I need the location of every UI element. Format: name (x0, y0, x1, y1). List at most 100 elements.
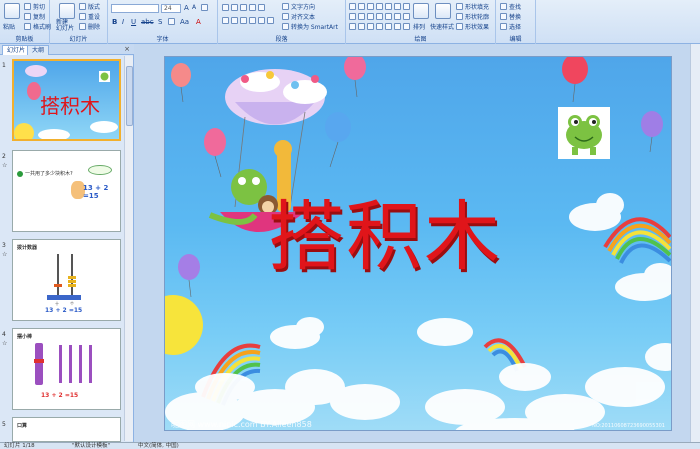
stick (79, 345, 82, 383)
grow-font-button[interactable]: A (184, 4, 189, 12)
slides-group-label: 幻灯片 (69, 36, 88, 43)
clipboard-group-label: 剪贴板 (15, 36, 34, 43)
reset-button[interactable]: 重设 (79, 12, 100, 21)
tab-outline[interactable]: 大纲 (27, 45, 50, 55)
italic-button[interactable]: I (122, 18, 124, 26)
paste-icon[interactable] (4, 3, 20, 19)
fill-icon (456, 3, 463, 10)
panel-tabs: 幻灯片 大纲 × (0, 44, 134, 55)
convert-smartart-button[interactable]: 转换为 SmartArt (282, 22, 338, 31)
arrange-button[interactable]: 排列 (413, 22, 425, 31)
slide-thumbnail-5[interactable]: 口算 (12, 417, 121, 442)
animation-star-icon: ☆ (2, 340, 8, 347)
slide-thumbnail-2[interactable]: 一共用了多少块积木? 13 + 2 =15 (12, 150, 121, 232)
shape-effects-button[interactable]: 形状效果 (456, 22, 489, 31)
shrink-font-button[interactable]: A (192, 4, 196, 11)
strike-button[interactable]: abc (141, 18, 154, 26)
layout-button[interactable]: 版式 (79, 2, 100, 11)
status-language: 中文(简体, 中国) (138, 443, 179, 449)
speech-bubble (88, 165, 112, 175)
sun-shape (165, 295, 203, 355)
slide-1-preview: 搭积木 (14, 65, 118, 139)
outline-icon (456, 13, 463, 20)
slide-thumbnail-4[interactable]: 摆小棒 13 + 2 =15 (12, 328, 121, 410)
slide-number: 1 (2, 62, 6, 69)
shapes-gallery-row2[interactable] (349, 13, 410, 20)
abacus-bead (54, 284, 62, 287)
shadow-button[interactable]: S (158, 18, 162, 26)
align-icons[interactable] (222, 17, 274, 24)
clipboard-group: 粘贴 剪切 复制 格式刷 剪贴板 (0, 0, 51, 44)
slide-3-equation: 13 + 2 =15 (45, 307, 83, 314)
current-slide[interactable]: 搭积木 昵图网 www.nipic.com BY:Aileen858 NO:20… (164, 56, 672, 431)
arrange-icon[interactable] (413, 3, 429, 19)
panel-scroll-thumb[interactable] (126, 66, 133, 126)
shape-outline-button[interactable]: 形状轮廓 (456, 12, 489, 21)
paragraph-group-label: 段落 (275, 36, 288, 43)
clear-format-icon[interactable] (201, 4, 208, 11)
abacus-rod-ones (71, 254, 73, 296)
animation-star-icon: ☆ (2, 251, 8, 258)
scissors-icon (24, 3, 31, 10)
align-text-icon (282, 13, 289, 20)
font-name-field[interactable] (111, 4, 159, 13)
shapes-gallery-row3[interactable] (349, 23, 410, 30)
new-slide-icon[interactable] (59, 3, 75, 19)
slide-editor: 搭积木 昵图网 www.nipic.com BY:Aileen858 NO:20… (135, 44, 700, 442)
find-icon (500, 3, 507, 10)
format-painter-button[interactable]: 格式刷 (24, 22, 51, 31)
slide-thumbnail-1[interactable]: 搭积木 (12, 59, 121, 141)
font-size-field[interactable]: 24 (161, 4, 181, 13)
abacus-base (47, 295, 81, 300)
slide-4-equation: 13 + 2 =15 (41, 392, 79, 399)
status-slide-info: 幻灯片 1/18 (4, 443, 35, 449)
slide-thumbnail-3[interactable]: 拨计数器 十 个 13 + 2 =15 (12, 239, 121, 321)
close-panel-icon[interactable]: × (124, 45, 130, 53)
bold-button[interactable]: B (112, 18, 117, 26)
slide-number: 2 (2, 153, 6, 160)
slide-number: 4 (2, 331, 6, 338)
copy-button[interactable]: 复制 (24, 12, 45, 21)
editor-scrollbar[interactable] (690, 44, 700, 442)
status-bar: 幻灯片 1/18 "默认设计模板" 中文(简体, 中国) (0, 442, 700, 449)
effects-icon (456, 23, 463, 30)
bullet-icon (17, 171, 23, 177)
quick-styles-button[interactable]: 快速样式 (430, 22, 454, 31)
slide-title[interactable]: 搭积木 (268, 197, 502, 277)
underline-button[interactable]: U (131, 18, 136, 26)
select-button[interactable]: 选择 (500, 22, 521, 31)
text-direction-button[interactable]: 文字方向 (282, 2, 315, 11)
brush-icon (24, 23, 31, 30)
slide-1-title: 搭积木 (40, 94, 100, 118)
abacus-rod-tens (57, 254, 59, 296)
find-button[interactable]: 查找 (500, 2, 521, 11)
quick-styles-icon[interactable] (435, 3, 451, 19)
slide-2-equation: 13 + 2 =15 (83, 184, 109, 200)
shapes-gallery[interactable] (349, 3, 410, 10)
delete-slide-button[interactable]: 删除 (79, 22, 100, 31)
tab-slides[interactable]: 幻灯片 (2, 45, 31, 55)
bullets-icon[interactable] (222, 4, 265, 11)
abacus-bead (68, 284, 76, 287)
align-text-button[interactable]: 对齐文本 (282, 12, 315, 21)
slide-2-caption: 一共用了多少块积木? (25, 171, 73, 177)
shape-fill-button[interactable]: 形状填充 (456, 2, 489, 11)
font-group: 24 A A B I U abc S Aa A 字体 (108, 0, 218, 44)
slide-4-caption: 摆小棒 (17, 334, 33, 340)
font-color-button[interactable]: A (196, 18, 201, 26)
watermark-right: NO:20110608723690055301 (592, 423, 665, 429)
spacing-icon[interactable] (168, 18, 175, 25)
editing-group: 查找 替换 选择 编辑 (496, 0, 536, 44)
slide-number: 5 (2, 421, 6, 428)
drawing-group-label: 绘图 (414, 36, 427, 43)
animation-star-icon: ☆ (2, 162, 8, 169)
cut-button[interactable]: 剪切 (24, 2, 45, 11)
replace-button[interactable]: 替换 (500, 12, 521, 21)
panel-scrollbar[interactable] (124, 56, 133, 441)
new-slide-button[interactable]: 新建 幻灯片 (56, 20, 74, 32)
stick-bundle (35, 343, 43, 385)
slides-group: 新建 幻灯片 版式 重设 删除 幻灯片 (50, 0, 108, 44)
delete-icon (79, 23, 86, 30)
change-case-button[interactable]: Aa (180, 18, 189, 26)
paste-button[interactable]: 粘贴 (3, 22, 15, 31)
